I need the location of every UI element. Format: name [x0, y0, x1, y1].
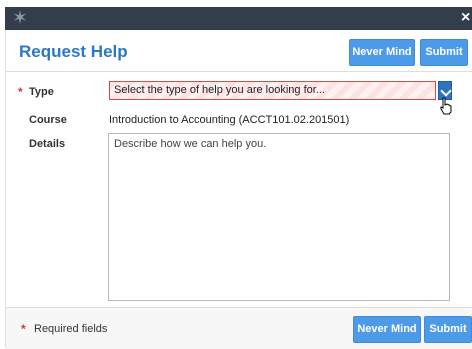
- type-label: Type: [29, 86, 54, 98]
- never-mind-button-bottom[interactable]: Never Mind: [353, 316, 421, 343]
- header-divider: [6, 71, 472, 72]
- submit-button-top[interactable]: Submit: [420, 39, 468, 66]
- submit-button-bottom[interactable]: Submit: [424, 316, 472, 343]
- screen: ✶ × Request Help Never Mind Submit * Typ…: [0, 0, 472, 349]
- chevron-down-icon: [440, 85, 452, 97]
- never-mind-button-top[interactable]: Never Mind: [349, 39, 415, 66]
- dialog-title: Request Help: [19, 42, 128, 61]
- course-value: Introduction to Accounting (ACCT101.02.2…: [109, 114, 350, 126]
- details-textarea[interactable]: [108, 133, 450, 301]
- required-fields-note: Required fields: [34, 323, 108, 335]
- details-label: Details: [29, 138, 66, 150]
- window-titlebar: ✶ ×: [5, 7, 472, 30]
- star-logo-icon: ✶: [12, 8, 28, 29]
- type-select[interactable]: Select the type of help you are looking …: [109, 81, 436, 100]
- required-fields-marker: *: [21, 322, 26, 336]
- close-icon[interactable]: ×: [461, 9, 472, 27]
- request-help-dialog: Request Help Never Mind Submit * Type Se…: [5, 30, 472, 349]
- required-marker: *: [18, 85, 23, 99]
- hand-cursor-icon: [440, 97, 452, 115]
- course-label: Course: [29, 114, 67, 126]
